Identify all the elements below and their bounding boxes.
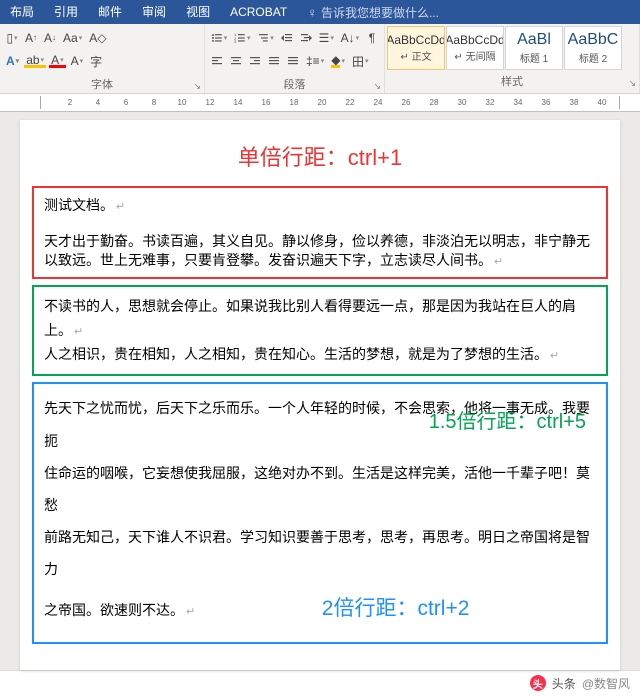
bullets-icon — [211, 32, 223, 44]
text-line: 不读书的人，思想就会停止。如果说我比别人看得要远一点，那是因为我站在巨人的肩上。 — [44, 295, 596, 343]
toutiao-icon: 头 — [530, 675, 546, 691]
indent-icon — [300, 32, 312, 44]
document-page[interactable]: 单倍行距：ctrl+1 测试文档。 天才出于勤奋。书读百遍，其义自见。静以修身，… — [20, 120, 620, 670]
outdent-icon — [281, 32, 293, 44]
clear-formatting-button[interactable]: A◇ — [87, 30, 108, 46]
watermark-footer: 头 头条 @数智风 — [0, 670, 640, 696]
decrease-indent-button[interactable] — [279, 30, 295, 46]
tab-view[interactable]: 视图 — [176, 0, 220, 24]
paragraph-single-spacing[interactable]: 测试文档。 天才出于勤奋。书读百遍，其义自见。静以修身，俭以养德，非淡泊无以明志… — [32, 186, 608, 279]
group-font-label: 字体↘ — [0, 75, 204, 93]
highlight-color-button[interactable]: ab — [24, 54, 46, 68]
align-right-icon — [249, 55, 261, 67]
line-spacing-button[interactable]: ‡≡ — [304, 53, 326, 69]
text-line: 之帝国。欲速则不达。 — [44, 594, 195, 626]
text-line: 人之相识，贵在相知，人之相知，贵在知心。生活的梦想，就是为了梦想的生活。 — [44, 343, 596, 367]
tab-acrobat[interactable]: ACROBAT — [220, 0, 297, 24]
font-color-button[interactable]: A — [49, 54, 66, 68]
watermark-brand: 头条 — [552, 675, 576, 692]
annotation-1_5-spacing: 1.5倍行距：ctrl+5 — [429, 405, 586, 439]
increase-indent-button[interactable] — [298, 30, 314, 46]
font-size-dropdown[interactable]: ▯ — [4, 30, 20, 46]
show-marks-button[interactable]: ¶ — [364, 30, 380, 46]
align-justify-icon — [268, 55, 280, 67]
multilevel-list-button[interactable] — [256, 30, 276, 46]
style-heading2[interactable]: AaBbC 标题 2 — [564, 26, 622, 70]
text-effect-button[interactable]: A — [4, 53, 21, 69]
align-right-button[interactable] — [247, 53, 263, 69]
style-heading1[interactable]: AaBl 标题 1 — [505, 26, 563, 70]
asian-layout-button[interactable]: ☰ — [317, 30, 336, 46]
group-styles-label: 样式↘ — [385, 72, 639, 90]
align-justify-button[interactable] — [266, 53, 282, 69]
tab-review[interactable]: 审阅 — [132, 0, 176, 24]
style-normal[interactable]: AaBbCcDd ↵ 正文 — [387, 26, 445, 70]
svg-text:3: 3 — [234, 39, 236, 44]
borders-button[interactable]: 田 — [350, 53, 371, 69]
font-dialog-launcher[interactable]: ↘ — [193, 81, 201, 92]
ribbon: ▯ A↑ A↓ Aa A◇ A ab A A 字 字体↘ 123 — [0, 24, 640, 94]
multilevel-icon — [258, 32, 270, 44]
align-left-button[interactable] — [209, 53, 225, 69]
annotation-single-spacing: 单倍行距：ctrl+1 — [20, 140, 620, 172]
style-no-spacing[interactable]: AaBbCcDd ↵ 无间隔 — [446, 26, 504, 70]
bullets-button[interactable] — [209, 30, 229, 46]
shading-button[interactable]: ◆ — [329, 53, 347, 69]
page-area: 单倍行距：ctrl+1 测试文档。 天才出于勤奋。书读百遍，其义自见。静以修身，… — [0, 112, 640, 670]
watermark-author: @数智风 — [582, 675, 630, 692]
annotation-double-spacing: 2倍行距：ctrl+2 — [195, 585, 596, 633]
group-styles: AaBbCcDd ↵ 正文 AaBbCcDd ↵ 无间隔 AaBl 标题 1 A… — [385, 24, 640, 93]
tab-references[interactable]: 引用 — [44, 0, 88, 24]
change-case-button[interactable]: Aa — [61, 30, 84, 46]
tab-layout[interactable]: 布局 — [0, 0, 44, 24]
ribbon-tabs: 布局 引用 邮件 审阅 视图 ACROBAT ♀ 告诉我您想要做什么... — [0, 0, 640, 24]
numbering-button[interactable]: 123 — [232, 30, 252, 46]
text-line: 天才出于勤奋。书读百遍，其义自见。静以修身，俭以养德，非淡泊无以明志，非宁静无以… — [44, 233, 590, 267]
paragraph-dialog-launcher[interactable]: ↘ — [373, 81, 381, 92]
tell-me-search[interactable]: ♀ 告诉我您想要做什么... — [307, 4, 439, 21]
align-center-button[interactable] — [228, 53, 244, 69]
grow-font-button[interactable]: A↑ — [23, 30, 39, 46]
text-line: 住命运的咽喉，它妄想使我屈服，这绝对办不到。生活是这样完美，活他一千辈子吧！莫愁 — [44, 457, 596, 521]
enclose-chars-button[interactable]: 字 — [88, 53, 104, 69]
horizontal-ruler[interactable]: 2 4 6 8 10 12 14 16 18 20 22 24 26 28 30… — [0, 94, 640, 112]
sort-button[interactable]: A↓ — [339, 30, 361, 46]
group-paragraph-label: 段落↘ — [205, 75, 384, 93]
align-center-icon — [230, 55, 242, 67]
group-paragraph: 123 ☰ A↓ ¶ ‡≡ ◆ 田 段落↘ — [205, 24, 385, 93]
paragraph-1_5-spacing[interactable]: 不读书的人，思想就会停止。如果说我比别人看得要远一点，那是因为我站在巨人的肩上。… — [32, 285, 608, 376]
text-line: 测试文档。 — [44, 196, 596, 214]
styles-dialog-launcher[interactable]: ↘ — [628, 78, 636, 89]
distributed-icon — [287, 55, 299, 67]
group-font: ▯ A↑ A↓ Aa A◇ A ab A A 字 字体↘ — [0, 24, 205, 93]
tab-mailings[interactable]: 邮件 — [88, 0, 132, 24]
shrink-font-button[interactable]: A↓ — [42, 30, 58, 46]
align-left-icon — [211, 55, 223, 67]
style-gallery[interactable]: AaBbCcDd ↵ 正文 AaBbCcDd ↵ 无间隔 AaBl 标题 1 A… — [385, 24, 639, 72]
distributed-button[interactable] — [285, 53, 301, 69]
text-line: 前路无知己，天下谁人不识君。学习知识要善于思考，思考，再思考。明日之帝国将是智力 — [44, 521, 596, 585]
bucket-icon: ◆ — [331, 55, 340, 68]
tell-me-placeholder: 告诉我您想要做什么... — [321, 4, 439, 21]
bulb-icon: ♀ — [307, 5, 317, 20]
char-shading-button[interactable]: A — [69, 53, 86, 69]
numbering-icon: 123 — [234, 32, 246, 44]
